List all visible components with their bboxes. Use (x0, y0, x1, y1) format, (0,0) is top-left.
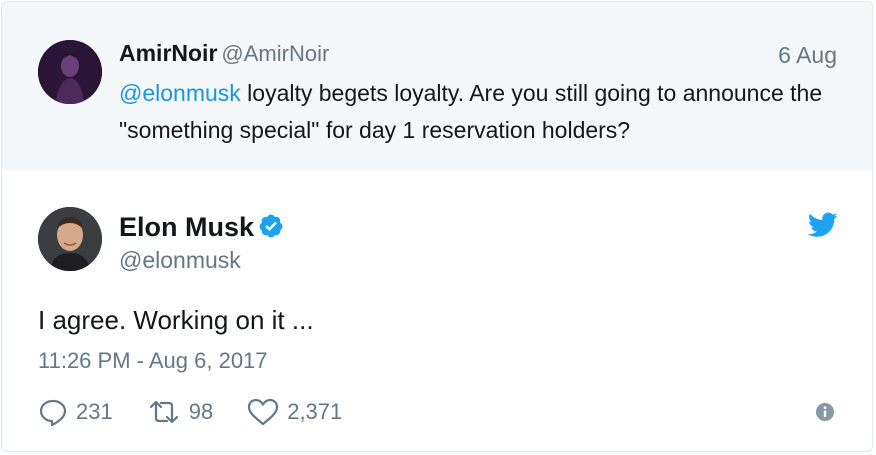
tweet-embed-card: AmirNoir @AmirNoir 6 Aug @elonmusk loyalt… (1, 1, 873, 452)
twitter-bird-icon[interactable] (807, 212, 838, 238)
like-action[interactable]: 2,371 (247, 398, 342, 426)
parent-author-line: AmirNoir @AmirNoir (119, 40, 329, 67)
author-name-line: Elon Musk (119, 212, 284, 246)
amirnoir-avatar[interactable] (38, 40, 102, 104)
parent-display-name[interactable]: AmirNoir (119, 40, 217, 66)
parent-date[interactable]: 6 Aug (778, 42, 837, 69)
mention-link[interactable]: @elonmusk (119, 80, 241, 106)
elonmusk-avatar[interactable] (38, 207, 102, 271)
tweet-timestamp[interactable]: 11:26 PM - Aug 6, 2017 (38, 348, 268, 374)
heart-icon (248, 398, 279, 426)
parent-tweet-text: @elonmusk loyalty begets loyalty. Are yo… (119, 75, 849, 149)
retweet-count: 98 (188, 399, 214, 424)
tweet-text: I agree. Working on it ... (38, 305, 314, 335)
author-display-name[interactable]: Elon Musk (119, 212, 254, 242)
parent-tweet[interactable]: AmirNoir @AmirNoir 6 Aug @elonmusk loyalt… (2, 2, 872, 171)
verified-badge-icon (258, 213, 284, 246)
author-handle[interactable]: @elonmusk (119, 247, 241, 274)
tweet-actions: 231 98 2,371 (38, 397, 376, 427)
reply-bubble-icon (39, 399, 67, 427)
reply-count: 231 (76, 399, 113, 424)
like-count: 2,371 (287, 399, 343, 424)
parent-handle[interactable]: @AmirNoir (221, 41, 329, 66)
info-icon[interactable] (815, 402, 835, 422)
reply-action[interactable]: 231 (38, 397, 113, 427)
retweet-icon (149, 400, 178, 424)
retweet-action[interactable]: 98 (147, 398, 213, 426)
